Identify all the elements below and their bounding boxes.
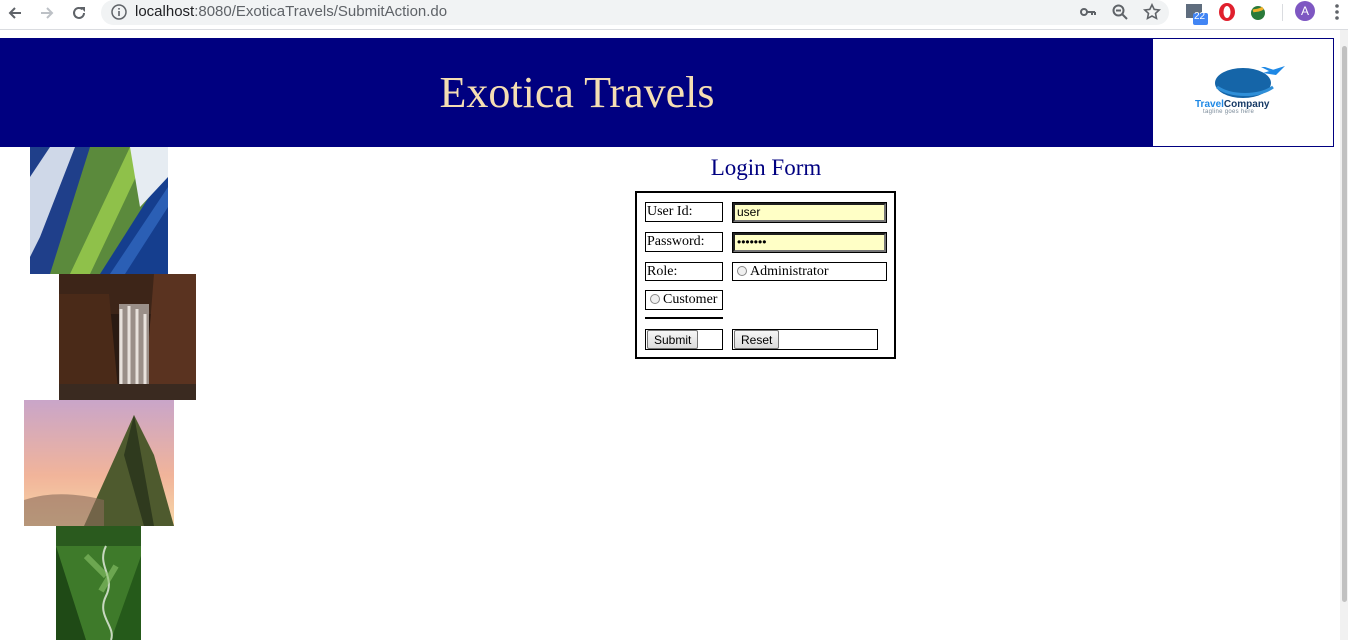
- more-menu-icon[interactable]: [1330, 3, 1344, 26]
- submit-cell: Submit: [645, 329, 723, 350]
- globe-extension-icon[interactable]: [1249, 2, 1269, 27]
- submit-button[interactable]: Submit: [647, 330, 699, 349]
- opera-icon[interactable]: [1217, 2, 1237, 27]
- bookmark-star-icon[interactable]: [1142, 2, 1162, 26]
- role-option-administrator[interactable]: Administrator: [732, 262, 887, 281]
- airplane-globe-icon: [1215, 66, 1285, 98]
- role-label: Role:: [645, 262, 723, 281]
- password-cell: •••••••: [732, 232, 887, 253]
- password-input[interactable]: •••••••: [733, 233, 886, 252]
- scrollbar-thumb[interactable]: [1342, 46, 1347, 602]
- role-option-customer[interactable]: Customer: [645, 290, 723, 310]
- form-divider: [645, 317, 723, 319]
- user-id-label: User Id:: [645, 202, 723, 222]
- info-icon[interactable]: [111, 4, 127, 25]
- logo-tagline: tagline goes here: [1203, 109, 1255, 115]
- url-path: :8080/ExoticaTravels/SubmitAction.do: [194, 3, 448, 20]
- reload-icon[interactable]: [66, 2, 92, 24]
- mountain-sunset-image: [24, 400, 174, 526]
- administrator-radio[interactable]: [737, 266, 747, 276]
- login-form-title: Login Form: [710, 155, 822, 180]
- reset-cell: Reset: [732, 329, 878, 350]
- administrator-radio-label: Administrator: [750, 264, 829, 279]
- url-text[interactable]: localhost:8080/ExoticaTravels/SubmitActi…: [135, 3, 447, 20]
- profile-avatar[interactable]: A: [1295, 1, 1315, 21]
- customer-radio[interactable]: [650, 294, 660, 304]
- zoom-icon[interactable]: [1111, 3, 1129, 26]
- extension-icon[interactable]: 22: [1185, 2, 1209, 31]
- key-icon[interactable]: [1079, 3, 1097, 26]
- user-id-input[interactable]: user: [733, 203, 886, 222]
- toolbar-separator: [1282, 4, 1283, 21]
- customer-radio-label: Customer: [663, 292, 718, 307]
- forward-icon[interactable]: [34, 2, 60, 24]
- login-form: User Id: user Password: ••••••• Role: Ad…: [635, 191, 896, 359]
- address-bar[interactable]: localhost:8080/ExoticaTravels/SubmitActi…: [101, 0, 1169, 25]
- user-id-cell: user: [732, 202, 887, 223]
- site-title: Exotica Travels: [439, 68, 715, 117]
- company-logo: TravelCompany tagline goes here: [1153, 39, 1333, 146]
- reset-button[interactable]: Reset: [734, 330, 780, 349]
- back-icon[interactable]: [2, 2, 28, 24]
- site-header: Exotica Travels TravelCompany tagline go…: [0, 38, 1334, 147]
- browser-toolbar: localhost:8080/ExoticaTravels/SubmitActi…: [0, 0, 1348, 30]
- url-host: localhost: [135, 3, 195, 20]
- password-label: Password:: [645, 232, 723, 252]
- green-canyon-image: [56, 526, 141, 640]
- extension-badge: 22: [1194, 11, 1206, 22]
- waterfall-image: [59, 274, 196, 400]
- mountain-valley-image: [30, 147, 168, 274]
